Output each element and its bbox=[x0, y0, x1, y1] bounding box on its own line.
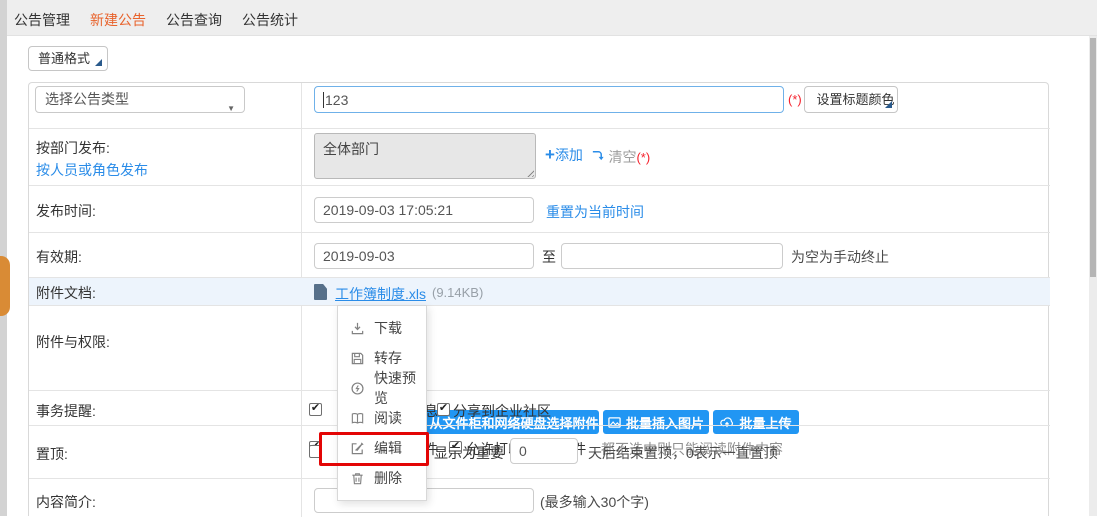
pin-note: 天后结束置顶，0表示一直置顶 bbox=[588, 443, 778, 463]
menu-item-preview-label: 快速预览 bbox=[374, 368, 426, 408]
read-icon bbox=[350, 411, 365, 426]
pin-days-input[interactable]: 0 bbox=[510, 438, 578, 464]
row-attachment: 附件文档: 工作簿制度.xls (9.14KB) bbox=[29, 278, 1050, 306]
side-float-tab[interactable] bbox=[0, 256, 10, 316]
clear-arrow-icon bbox=[591, 149, 604, 162]
menu-item-preview[interactable]: 快速预览 bbox=[338, 373, 426, 403]
row-reminder: 事务提醒: 息 分享到企业社区 bbox=[29, 391, 1050, 426]
dept-textarea[interactable]: 全体部门 bbox=[314, 133, 536, 179]
nav-tab-stats[interactable]: 公告统计 bbox=[242, 10, 298, 30]
validity-end-input[interactable] bbox=[561, 243, 783, 269]
scrollbar-thumb[interactable] bbox=[1090, 38, 1096, 277]
validity-label: 有效期: bbox=[36, 247, 82, 267]
menu-item-download[interactable]: 下载 bbox=[338, 313, 426, 343]
menu-item-delete-label: 删除 bbox=[374, 468, 402, 488]
publish-by-people-link[interactable]: 按人员或角色发布 bbox=[36, 160, 148, 180]
row-departments: 按部门发布: 按人员或角色发布 全体部门 +添加 清空(*) bbox=[29, 129, 1050, 186]
row-validity: 有效期: 2019-09-03 至 为空为手动终止 bbox=[29, 233, 1050, 278]
announcement-form: 选择公告类型 ▼ 123 (*) 设置标题颜色 按部门发布: 按人员或角色发布 … bbox=[28, 82, 1049, 516]
resize-grip-icon[interactable] bbox=[525, 168, 534, 177]
validity-start-value: 2019-09-03 bbox=[323, 248, 395, 264]
preview-icon bbox=[350, 381, 365, 396]
title-color-button[interactable]: 设置标题颜色 bbox=[804, 86, 898, 113]
title-required-mark: (*) bbox=[788, 92, 802, 107]
format-dropdown-button[interactable]: 普通格式 bbox=[28, 46, 108, 71]
menu-item-edit-label: 编辑 bbox=[374, 438, 402, 458]
clear-dept-label: 清空 bbox=[608, 149, 636, 165]
publish-time-label: 发布时间: bbox=[36, 201, 96, 221]
show-important-label: 显示为重要 bbox=[434, 443, 504, 463]
row-type-title: 选择公告类型 ▼ 123 (*) 设置标题颜色 bbox=[29, 83, 1050, 129]
attachment-file-size: (9.14KB) bbox=[432, 285, 483, 300]
title-value: 123 bbox=[325, 92, 348, 108]
menu-item-delete[interactable]: 删除 bbox=[338, 463, 426, 493]
permissions-label: 附件与权限: bbox=[36, 332, 110, 352]
format-dropdown-label: 普通格式 bbox=[38, 51, 90, 66]
row-publish-time: 发布时间: 2019-09-03 17:05:21 重置为当前时间 bbox=[29, 186, 1050, 233]
attachment-file-link[interactable]: 工作簿制度.xls bbox=[335, 284, 426, 304]
edit-icon bbox=[350, 441, 365, 456]
menu-item-edit[interactable]: 编辑 bbox=[338, 433, 426, 463]
pin-checkbox[interactable] bbox=[309, 445, 322, 458]
publish-time-input[interactable]: 2019-09-03 17:05:21 bbox=[314, 197, 534, 223]
summary-label: 内容简介: bbox=[36, 492, 96, 512]
summary-note: (最多输入30个字) bbox=[540, 492, 649, 512]
add-dept-label: 添加 bbox=[555, 147, 583, 163]
attachment-label: 附件文档: bbox=[36, 283, 96, 303]
share-community-label[interactable]: 分享到企业社区 bbox=[453, 401, 551, 421]
chevron-down-icon: ▼ bbox=[227, 96, 235, 121]
text-caret bbox=[323, 92, 324, 108]
download-icon bbox=[350, 321, 365, 336]
announcement-type-select[interactable]: 选择公告类型 ▼ bbox=[35, 86, 245, 113]
announcement-type-value: 选择公告类型 bbox=[45, 91, 129, 107]
top-nav-bar: 公告管理 新建公告 公告查询 公告统计 bbox=[7, 0, 1097, 36]
clear-dept-link[interactable]: 清空(*) bbox=[591, 147, 650, 167]
reset-time-link[interactable]: 重置为当前时间 bbox=[546, 202, 644, 222]
save-icon bbox=[350, 351, 365, 366]
dept-textarea-value: 全体部门 bbox=[323, 141, 379, 157]
publish-time-value: 2019-09-03 17:05:21 bbox=[323, 202, 453, 218]
delete-icon bbox=[350, 471, 365, 486]
title-color-label: 设置标题颜色 bbox=[816, 92, 894, 107]
pin-label: 置顶: bbox=[36, 444, 68, 464]
row-summary: 内容简介: (最多输入30个字) bbox=[29, 479, 1050, 517]
nav-tab-new[interactable]: 新建公告 bbox=[90, 10, 146, 30]
add-dept-link[interactable]: +添加 bbox=[545, 145, 583, 165]
announcement-edit-page: 公告管理 新建公告 公告查询 公告统计 普通格式 选择公告类型 ▼ 123 (*… bbox=[0, 0, 1097, 516]
row-permissions: 附件与权限: 从文件柜和网络硬盘选择附件 批量插入图片 批量上传 件 允许打印O… bbox=[29, 306, 1050, 391]
validity-note: 为空为手动终止 bbox=[791, 247, 889, 267]
corner-triangle-icon bbox=[95, 59, 102, 66]
pin-days-value: 0 bbox=[519, 443, 527, 459]
title-input[interactable]: 123 bbox=[314, 86, 784, 113]
dept-label: 按部门发布: bbox=[36, 138, 110, 158]
dept-required-mark: (*) bbox=[636, 150, 650, 165]
menu-item-download-label: 下载 bbox=[374, 318, 402, 338]
nav-tab-query[interactable]: 公告查询 bbox=[166, 10, 222, 30]
reminder-label: 事务提醒: bbox=[36, 401, 96, 421]
menu-item-read-label: 阅读 bbox=[374, 408, 402, 428]
send-message-checkbox[interactable] bbox=[309, 403, 322, 416]
validity-start-input[interactable]: 2019-09-03 bbox=[314, 243, 534, 269]
menu-item-save-label: 转存 bbox=[374, 348, 402, 368]
share-community-checkbox[interactable] bbox=[437, 403, 450, 416]
plus-icon: + bbox=[545, 145, 555, 164]
file-icon bbox=[314, 284, 327, 300]
row-pin: 置顶: 显示为重要 0 天后结束置顶，0表示一直置顶 bbox=[29, 426, 1050, 479]
validity-to-label: 至 bbox=[542, 247, 556, 267]
nav-tab-manage[interactable]: 公告管理 bbox=[14, 10, 70, 30]
attachment-context-menu: 下载 转存 快速预览 阅读 编辑 删除 bbox=[337, 305, 427, 501]
